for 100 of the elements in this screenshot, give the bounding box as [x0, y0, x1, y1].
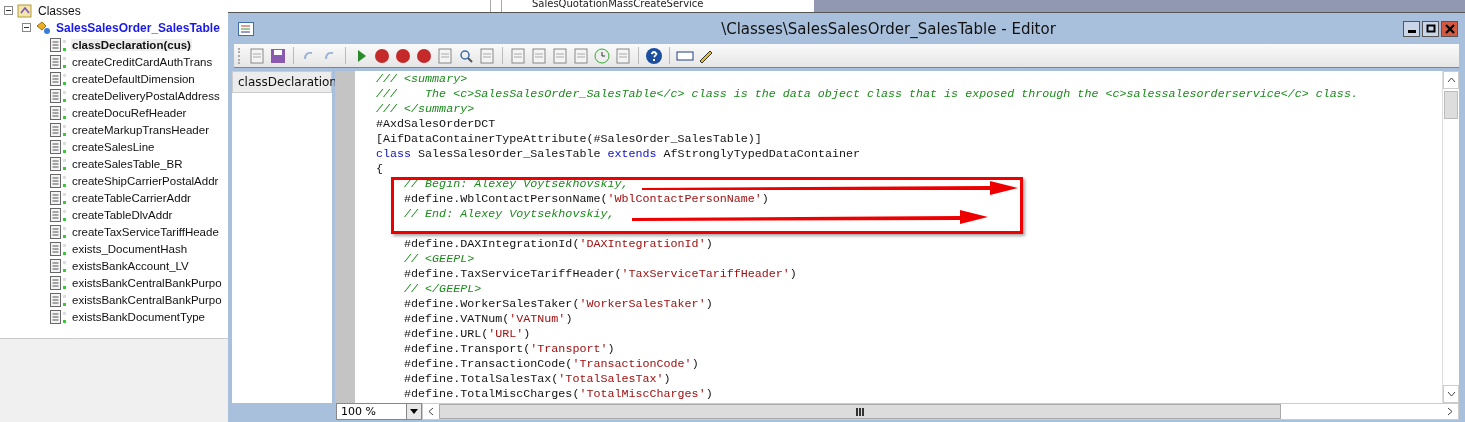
tree-item[interactable]: createDefaultDimension: [71, 72, 196, 85]
code-text: {: [376, 162, 383, 176]
code-text: extends: [607, 147, 657, 161]
code-text: #define.TransactionCode(: [403, 357, 573, 371]
method-icon: [50, 54, 68, 69]
editor-window-icon: [238, 21, 254, 36]
scroll-left-icon[interactable]: [428, 407, 434, 416]
maximize-icon: [1425, 23, 1436, 34]
code-text: #define.WorkerSalesTaker(: [403, 297, 580, 311]
grip-icon: [856, 407, 864, 416]
horizontal-scrollbar[interactable]: [422, 403, 1459, 420]
code-text: 'DAXIntegrationId': [579, 237, 706, 251]
code-text: ): [663, 372, 671, 386]
tree-item[interactable]: createTableDlvAddr: [71, 208, 174, 221]
code-text: AfStronglyTypedDataContainer: [662, 147, 860, 161]
method-icon: [50, 156, 68, 171]
code-text: 'TotalSalesTax': [558, 372, 664, 386]
code-text: /// The <c>SalesSalesOrder_SalesTable</c> class is the data object class that is exposed through the <c>salessalesorderservice</c> class.: [376, 87, 1358, 101]
code-text: #define.WblContactPersonName(: [403, 192, 608, 206]
code-text: #define.DAXIntegrationId(: [403, 237, 580, 251]
code-text: 'WorkerSalesTaker': [579, 297, 706, 311]
code-text: 'TaxServiceTariffHeader': [621, 267, 790, 281]
code-text: #define.TotalMiscCharges(: [403, 387, 580, 401]
code-text: 'WblContactPersonName': [607, 192, 762, 206]
vertical-scrollbar[interactable]: [1442, 71, 1459, 403]
tree-item[interactable]: SalesSalesOrder_SalesTable: [55, 20, 221, 35]
dropdown-arrow-icon[interactable]: [410, 409, 418, 414]
scroll-up-icon[interactable]: [1446, 77, 1456, 83]
method-icon: [50, 275, 68, 290]
tree-item[interactable]: createCreditCardAuthTrans: [71, 55, 214, 68]
code-text: ): [607, 342, 615, 356]
tree-item[interactable]: createTaxServiceTariffHeade: [71, 225, 220, 238]
code-text: 'URL': [488, 327, 524, 341]
scroll-right-icon[interactable]: [1447, 407, 1453, 416]
code-text: ): [705, 237, 713, 251]
collapse-icon[interactable]: [22, 23, 31, 32]
method-icon: [50, 241, 68, 256]
tree-item[interactable]: existsBankDocumentType: [71, 310, 206, 323]
zoom-dropdown[interactable]: 100 %: [336, 403, 422, 420]
method-icon: [50, 139, 68, 154]
tree-item[interactable]: createDeliveryPostalAddress: [71, 89, 221, 102]
background-list-item: SalesQuotationMassCreateService: [532, 0, 704, 10]
tree-item[interactable]: createSalesTable_BR: [71, 157, 184, 170]
tree-item[interactable]: createDocuRefHeader: [71, 106, 188, 119]
code-text: ): [789, 267, 797, 281]
collapse-icon[interactable]: [4, 6, 13, 15]
code-text: 'VATNum': [509, 312, 566, 326]
tree-item[interactable]: existsBankCentralBankPurpo: [71, 293, 223, 306]
code-text: #AxdSalesOrderDCT: [376, 117, 496, 131]
method-icon: [50, 190, 68, 205]
tree-item[interactable]: createShipCarrierPostalAddr: [71, 174, 220, 187]
code-text: ): [705, 297, 713, 311]
close-button[interactable]: [1441, 20, 1458, 37]
code-text: // <GEEPL>: [403, 252, 475, 266]
code-text: class: [376, 147, 412, 161]
close-icon: [1444, 23, 1455, 34]
tree-item[interactable]: createSalesLine: [71, 140, 156, 153]
breakpoints-remove-icon[interactable]: [415, 46, 433, 65]
code-text: /// </summary>: [376, 102, 475, 116]
code-text: #define.TaxServiceTariffHeader(: [403, 267, 622, 281]
breakpoint-icon[interactable]: [373, 46, 391, 65]
method-icon: [50, 207, 68, 222]
scrollbar-thumb[interactable]: [1444, 91, 1458, 119]
tree-item[interactable]: classDeclaration(cus): [71, 38, 192, 51]
code-text: [AifDataContainerTypeAttribute(#SalesOrder_SalesTable)]: [376, 132, 762, 146]
code-text: #define.TotalSalesTax(: [403, 372, 559, 386]
code-text: ): [523, 327, 531, 341]
code-text: /// <summary>: [376, 72, 468, 86]
method-icon: [50, 122, 68, 137]
clock-icon[interactable]: [593, 46, 611, 65]
tree-item[interactable]: Classes: [37, 3, 82, 18]
tree-item[interactable]: createTableCarrierAddr: [71, 191, 192, 204]
method-icon: [50, 37, 68, 52]
code-text: ): [565, 312, 573, 326]
help-icon[interactable]: [645, 46, 663, 65]
minimize-button[interactable]: [1403, 20, 1420, 37]
save-icon[interactable]: [269, 46, 287, 65]
code-text: #define.Transport(: [403, 342, 531, 356]
code-text: 'TransactionCode': [572, 357, 692, 371]
code-text: ): [761, 192, 769, 206]
breakpoint-toggle-icon[interactable]: [394, 46, 412, 65]
method-icon: [50, 309, 68, 324]
tree-item[interactable]: exists_DocumentHash: [71, 242, 189, 255]
method-icon: [50, 173, 68, 188]
code-text: // End: Alexey Voytsekhovskiy,: [403, 207, 615, 221]
window-title: \Classes\SalesSalesOrder_SalesTable - Editor: [720, 19, 1057, 38]
scroll-down-icon[interactable]: [1446, 391, 1456, 397]
method-icon: [50, 292, 68, 307]
maximize-button[interactable]: [1422, 20, 1439, 37]
code-text: 'TotalMiscCharges': [579, 387, 706, 401]
tree-item[interactable]: existsBankAccount_LV: [71, 259, 190, 272]
method-icon: [50, 71, 68, 86]
code-text: SalesSalesOrder_SalesTable: [417, 147, 602, 161]
code-text: ): [691, 357, 699, 371]
code-text: #define.URL(: [403, 327, 489, 341]
tree-item[interactable]: existsBankCentralBankPurpo: [71, 276, 223, 289]
code-text: // </GEEPL>: [403, 282, 482, 296]
minimize-icon: [1407, 29, 1416, 33]
tree-item[interactable]: createMarkupTransHeader: [71, 123, 210, 136]
method-icon: [50, 88, 68, 103]
